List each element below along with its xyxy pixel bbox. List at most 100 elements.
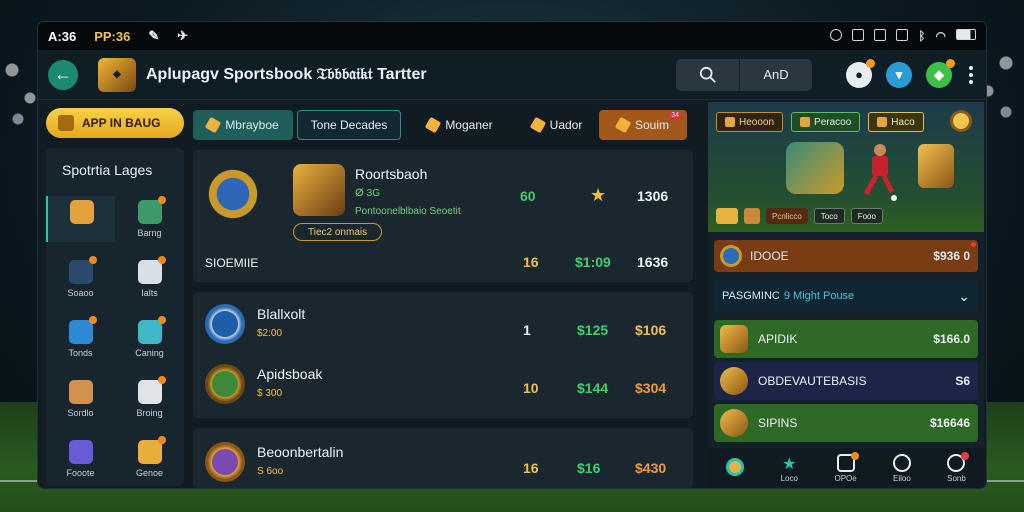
globe-icon	[68, 316, 97, 344]
nav-label: OPOe	[834, 473, 857, 483]
badge-dot	[88, 256, 97, 264]
tab-uador[interactable]: Uador	[519, 110, 595, 140]
lock-art	[786, 142, 844, 194]
sidebar-item-label: Sordlo	[67, 408, 94, 418]
ticket-icon	[800, 117, 811, 127]
sim-icon	[852, 29, 865, 41]
sidebar-item[interactable]: Fooote	[46, 436, 115, 482]
list-item-name: OBDEVAUTEBASIS	[758, 374, 867, 388]
hero-tab[interactable]: Haco	[868, 112, 924, 132]
app-window: A:36 PP:36 ✎ ✈ ᛒ ◠ ← ◆ Aplupagv Sportsbo…	[38, 22, 986, 488]
sidebar-item[interactable]: Broing	[115, 376, 184, 422]
bottom-nav: ★ Loco OPOe Eiloo Sonb	[708, 448, 984, 488]
row-c[interactable]: $106	[635, 322, 666, 338]
hero-strip-item[interactable]: Pcnlicco	[766, 208, 808, 224]
avatar-icon	[716, 208, 738, 224]
featured-card[interactable]: Roortsbaoh ⵁ 3G Pontoonelblbaio Seoetit …	[193, 150, 693, 282]
search-field[interactable]: AnD	[740, 58, 812, 91]
list-item[interactable]: SIPINS $16646	[714, 404, 978, 442]
sidebar-item[interactable]: Barng	[115, 196, 184, 242]
row-b[interactable]: $125	[577, 322, 608, 338]
user-icon	[892, 453, 911, 472]
trophy-art	[918, 144, 954, 188]
row-a[interactable]: 16	[523, 460, 539, 476]
cookie-icon	[68, 380, 93, 404]
tab-tone-decades[interactable]: Tone Decades	[297, 110, 401, 140]
row-b[interactable]: $16	[577, 460, 600, 476]
tab-icon	[529, 116, 546, 134]
tab-label: Tone Decades	[310, 118, 388, 132]
tab-icon	[614, 116, 632, 134]
sidebar-item-label: Tonds	[68, 348, 93, 358]
right-list: APIDIK $166.0 OBDEVAUTEBASIS S6 SIPINS $166…	[714, 320, 978, 446]
bracket-icon	[137, 256, 166, 284]
tab-label: Mbrayboe	[225, 118, 279, 132]
list-item-name: APIDIK	[758, 332, 798, 346]
row-b[interactable]: $144	[577, 380, 608, 396]
list-item[interactable]: APIDIK $166.0	[714, 320, 978, 358]
search-group: AnD	[676, 58, 812, 91]
wallet-icon[interactable]: ▾	[886, 61, 912, 88]
filter-dropdown[interactable]: PASGMINC 9 Might Pouse ⌄	[714, 280, 978, 312]
crest-icon	[205, 442, 245, 482]
hero-strip-item[interactable]: Toco	[813, 208, 845, 224]
back-button[interactable]: ←	[48, 59, 78, 90]
row-c[interactable]: $304	[635, 380, 666, 396]
tab-souim[interactable]: Souim 34	[599, 110, 687, 140]
dropdown-accent: 9 Might Pouse	[783, 290, 855, 302]
sidebar-item-label: Broing	[136, 408, 163, 418]
top-icons: ● ▾ ◆	[846, 58, 976, 88]
hero-banner[interactable]: Heooon Peracoo Haco Pcnlicco Toco Fooo	[708, 102, 984, 232]
featured-bottom-a: 16	[523, 254, 539, 270]
featured-odds: 60	[520, 188, 536, 204]
match-card: Blallxolt $2:00 1 $125 $106 Apidsboak $ …	[193, 292, 693, 418]
sidebar-item[interactable]: Ialts	[115, 256, 184, 302]
tab-mbrayboe[interactable]: Mbrayboe	[193, 110, 293, 140]
sidebar-grid: Barng Soaoo Ialts Tonds Caning Sordlo Broing Fo…	[46, 196, 184, 482]
nav-sonb[interactable]: Sonb	[947, 451, 970, 483]
more-menu-icon[interactable]	[966, 65, 976, 84]
promo-label: IDOOE	[750, 249, 789, 263]
record-icon	[830, 29, 843, 41]
search-button[interactable]	[676, 58, 740, 91]
row-a[interactable]: 10	[523, 380, 539, 396]
nav-home[interactable]	[726, 458, 745, 478]
row-a[interactable]: 1	[523, 322, 531, 338]
sidebar-item[interactable]: Caning	[115, 316, 184, 362]
hero-tab[interactable]: Peracoo	[791, 112, 861, 132]
item-icon	[720, 409, 748, 437]
sidebar-title: Spotrtia Lages	[62, 162, 153, 178]
nav-loco[interactable]: ★ Loco	[780, 454, 798, 483]
app-badge-button[interactable]: APP IN BAUG	[46, 108, 184, 138]
sidebar-item[interactable]: Genoe	[115, 436, 184, 482]
hero-tab[interactable]: Heooon	[716, 112, 784, 132]
badge-dot	[157, 316, 166, 324]
badge-dot	[88, 316, 97, 324]
status-time: A:36	[48, 28, 77, 44]
nav-eiloo[interactable]: Eiloo	[892, 453, 911, 483]
sidebar-item[interactable]	[46, 196, 115, 242]
profile-icon[interactable]: ◆	[926, 58, 955, 88]
shield-icon	[137, 196, 166, 224]
sidebar-item[interactable]: Tonds	[46, 316, 115, 362]
sidebar-item[interactable]: Soaoo	[46, 256, 115, 302]
hero-strip-item[interactable]: Fooo	[850, 208, 883, 224]
row-c[interactable]: $430	[635, 460, 666, 476]
item-icon	[720, 367, 748, 395]
coin-icon[interactable]	[950, 110, 972, 132]
nav-opoe[interactable]: OPOe	[834, 451, 859, 483]
star-icon[interactable]: ★	[590, 186, 608, 204]
search-icon	[699, 66, 716, 83]
sidebar-item[interactable]: Sordlo	[46, 376, 115, 422]
left-column: APP IN BAUG Spotrtia Lages Barng Soaoo Ial…	[46, 108, 184, 486]
list-item-value: S6	[955, 374, 970, 388]
notifications-icon[interactable]: ●	[846, 58, 875, 88]
tab-moganer[interactable]: Moganer	[405, 110, 515, 140]
promo-value: $936 0	[933, 249, 970, 263]
promo-bar[interactable]: IDOOE $936 0	[714, 240, 978, 272]
list-item[interactable]: OBDEVAUTEBASIS S6	[714, 362, 978, 400]
cube-icon	[68, 440, 93, 464]
avatar-icon	[726, 458, 745, 476]
featured-pill[interactable]: Tiec2 onmais	[293, 223, 383, 241]
hero-tab-label: Haco	[891, 116, 915, 128]
